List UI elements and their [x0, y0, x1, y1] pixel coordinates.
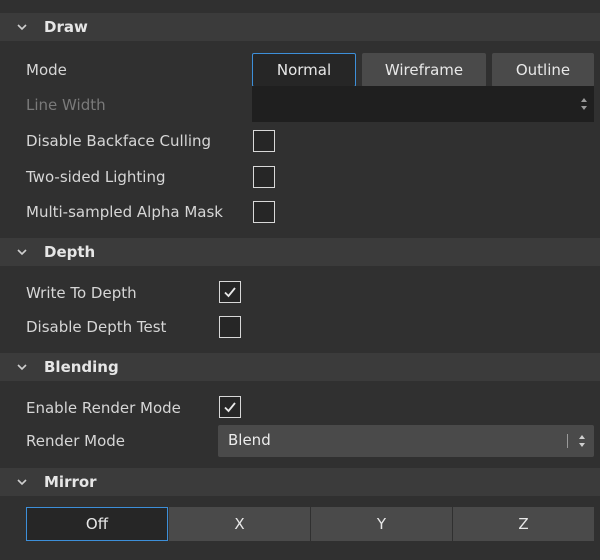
chevron-down-icon[interactable] [0, 248, 44, 256]
disable-depth-test-checkbox[interactable] [219, 316, 241, 338]
mirror-x-button[interactable]: X [169, 507, 310, 541]
render-mode-label: Render Mode [26, 432, 126, 450]
section-header-blending[interactable]: Blending [0, 353, 600, 381]
line-width-label: Line Width [26, 96, 106, 114]
mode-label: Mode [26, 61, 67, 79]
mirror-z-button[interactable]: Z [453, 507, 594, 541]
disable-depth-test-label: Disable Depth Test [26, 318, 167, 336]
section-header-draw[interactable]: Draw [0, 13, 600, 41]
mode-wireframe-button[interactable]: Wireframe [362, 53, 486, 87]
mode-normal-button[interactable]: Normal [252, 53, 356, 87]
two-sided-checkbox[interactable] [253, 166, 275, 188]
disable-backface-checkbox[interactable] [253, 130, 275, 152]
mode-outline-button[interactable]: Outline [492, 53, 594, 87]
alpha-mask-label: Multi-sampled Alpha Mask [26, 203, 223, 221]
line-width-field[interactable] [252, 86, 594, 122]
render-mode-select[interactable]: Blend [218, 425, 594, 457]
write-to-depth-label: Write To Depth [26, 284, 137, 302]
checkmark-icon [224, 402, 236, 413]
disable-backface-label: Disable Backface Culling [26, 132, 212, 150]
section-title-draw: Draw [44, 18, 88, 36]
chevron-down-icon[interactable] [0, 23, 44, 31]
spinner-arrows-icon[interactable] [578, 93, 590, 115]
section-header-depth[interactable]: Depth [0, 238, 600, 266]
section-header-mirror[interactable]: Mirror [0, 468, 600, 496]
mirror-off-button[interactable]: Off [26, 507, 168, 541]
select-arrows-icon[interactable] [577, 432, 587, 454]
render-mode-value: Blend [228, 431, 271, 449]
select-divider [567, 434, 568, 448]
chevron-down-icon[interactable] [0, 363, 44, 371]
enable-render-mode-checkbox[interactable] [219, 396, 241, 418]
properties-panel: Draw Mode Normal Wireframe Outline Line … [0, 0, 600, 560]
two-sided-label: Two-sided Lighting [26, 168, 166, 186]
chevron-down-icon[interactable] [0, 478, 44, 486]
section-title-blending: Blending [44, 358, 119, 376]
enable-render-mode-label: Enable Render Mode [26, 399, 181, 417]
mirror-y-button[interactable]: Y [311, 507, 452, 541]
checkmark-icon [224, 287, 236, 298]
section-title-mirror: Mirror [44, 473, 97, 491]
section-title-depth: Depth [44, 243, 96, 261]
write-to-depth-checkbox[interactable] [219, 281, 241, 303]
alpha-mask-checkbox[interactable] [253, 201, 275, 223]
